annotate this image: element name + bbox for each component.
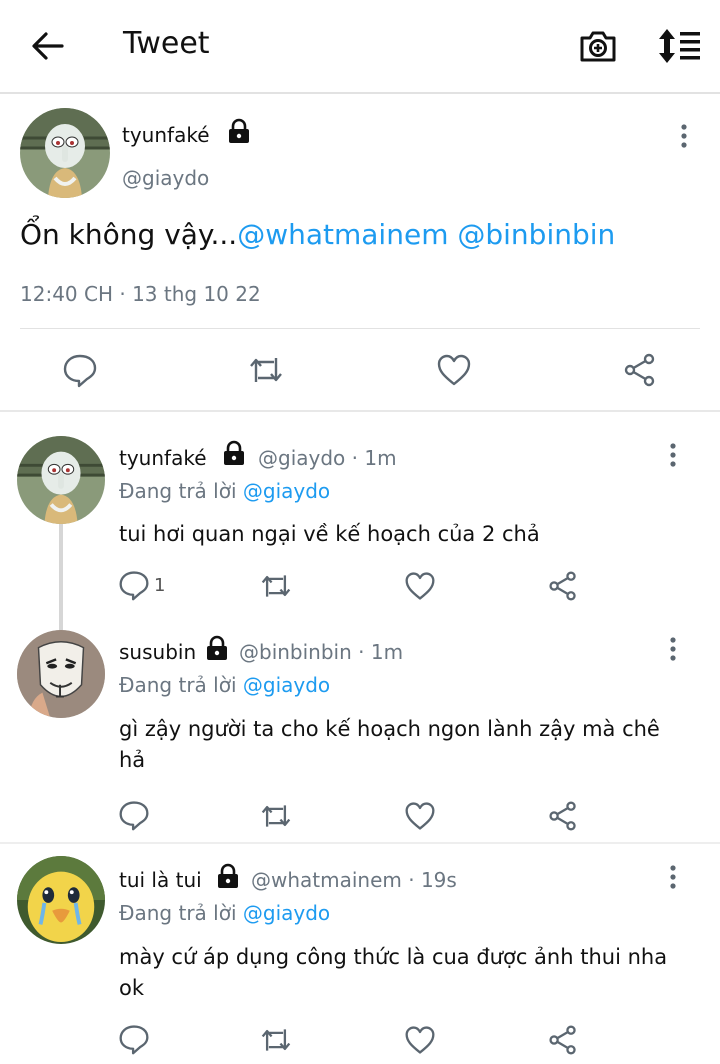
retweet-icon[interactable] xyxy=(260,800,292,832)
reply-tweet: tyunfaké @giaydo · 1m Đang trả lời @giay… xyxy=(0,412,720,630)
like-heart-icon[interactable] xyxy=(404,800,436,832)
reply-icon[interactable] xyxy=(118,1023,150,1055)
mention-link[interactable]: @giaydo xyxy=(243,901,330,925)
lock-icon xyxy=(204,635,230,661)
author-name[interactable]: tyunfaké xyxy=(122,123,210,147)
more-options-icon[interactable] xyxy=(678,123,690,151)
divider xyxy=(20,328,700,329)
share-icon[interactable] xyxy=(547,1024,579,1056)
page-title: Tweet xyxy=(123,26,210,61)
reply-icon[interactable] xyxy=(118,799,150,831)
avatar[interactable] xyxy=(17,630,105,718)
replying-to: Đang trả lời @giaydo xyxy=(119,901,330,925)
author-name[interactable]: tui là tui xyxy=(119,868,202,892)
lock-icon xyxy=(215,863,241,889)
reply-text: tui hơi quan ngại về kế hoạch của 2 chả xyxy=(119,522,540,546)
tweet-body: Ổn không vậy... xyxy=(20,218,238,251)
lock-icon xyxy=(221,440,247,466)
mention-link[interactable]: @whatmainem xyxy=(237,218,448,251)
tweet-timestamp[interactable]: 12:40 CH · 13 thg 10 22 xyxy=(20,282,261,306)
like-heart-icon[interactable] xyxy=(404,570,436,602)
author-handle[interactable]: @giaydo xyxy=(122,166,209,190)
lock-icon xyxy=(226,118,252,144)
replying-label: Đang trả lời xyxy=(119,479,237,503)
replying-label: Đang trả lời xyxy=(119,901,237,925)
share-icon[interactable] xyxy=(622,352,658,388)
reply-icon[interactable] xyxy=(118,569,150,601)
back-arrow-icon[interactable] xyxy=(28,28,68,64)
share-icon[interactable] xyxy=(547,800,579,832)
avatar[interactable] xyxy=(20,108,110,198)
replying-to: Đang trả lời @giaydo xyxy=(119,673,330,697)
avatar[interactable] xyxy=(17,436,105,524)
retweet-icon[interactable] xyxy=(260,570,292,602)
main-tweet: tyunfaké @giaydo Ổn không vậy...@whatmai… xyxy=(0,96,720,412)
more-options-icon[interactable] xyxy=(667,442,679,470)
reply-tweet: susubin @binbinbin · 1m Đang trả lời @gi… xyxy=(0,630,720,842)
author-handle-time[interactable]: @whatmainem · 19s xyxy=(251,868,457,892)
retweet-icon[interactable] xyxy=(248,352,284,388)
mention-link[interactable]: @binbinbin xyxy=(457,218,615,251)
author-handle-time[interactable]: @binbinbin · 1m xyxy=(239,640,403,664)
replying-to: Đang trả lời @giaydo xyxy=(119,479,330,503)
reply-tweet: tui là tui @whatmainem · 19s Đang trả lờ… xyxy=(0,844,720,1064)
tweet-text: Ổn không vậy...@whatmainem @binbinbin xyxy=(20,218,615,251)
reply-text: mày cứ áp dụng công thức là cua được ảnh… xyxy=(119,945,668,1000)
retweet-icon[interactable] xyxy=(260,1024,292,1056)
more-options-icon[interactable] xyxy=(667,636,679,664)
mention-link[interactable]: @giaydo xyxy=(243,479,330,503)
like-heart-icon[interactable] xyxy=(404,1024,436,1056)
more-options-icon[interactable] xyxy=(667,864,679,892)
author-name[interactable]: susubin xyxy=(119,640,196,664)
like-heart-icon[interactable] xyxy=(436,352,472,388)
reply-count: 1 xyxy=(154,575,166,596)
camera-plus-icon[interactable] xyxy=(578,27,618,65)
mention-link[interactable]: @giaydo xyxy=(243,673,330,697)
replying-label: Đang trả lời xyxy=(119,673,237,697)
author-handle-time[interactable]: @giaydo · 1m xyxy=(258,446,397,470)
reply-text: gì zậy người ta cho kế hoạch ngon lành z… xyxy=(119,717,660,772)
author-name[interactable]: tyunfaké xyxy=(119,446,207,470)
avatar[interactable] xyxy=(17,856,105,944)
share-icon[interactable] xyxy=(547,570,579,602)
reply-icon[interactable] xyxy=(62,352,98,388)
top-bar: Tweet xyxy=(0,0,720,94)
sort-lines-icon[interactable] xyxy=(656,27,702,65)
